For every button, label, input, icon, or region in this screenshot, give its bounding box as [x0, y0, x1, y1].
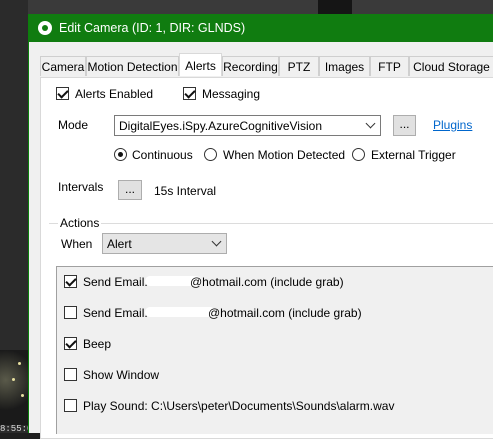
- actions-group-title: Actions: [58, 216, 102, 230]
- motion-detected-label[interactable]: When Motion Detected: [223, 148, 345, 162]
- continuous-label[interactable]: Continuous: [132, 148, 193, 162]
- external-trigger-label[interactable]: External Trigger: [371, 148, 456, 162]
- chevron-down-icon: [211, 236, 222, 247]
- alerts-enabled-label[interactable]: Alerts Enabled: [75, 87, 153, 101]
- title-bar[interactable]: Edit Camera (ID: 1, DIR: GLNDS): [29, 14, 493, 42]
- tab-cloud-storage[interactable]: Cloud Storage: [409, 56, 493, 76]
- external-trigger-radio[interactable]: [352, 148, 365, 161]
- background-camera-thumbnail: [0, 350, 28, 425]
- motion-detected-radio[interactable]: [204, 148, 217, 161]
- continuous-radio[interactable]: [114, 148, 127, 161]
- camera-light: [18, 362, 21, 365]
- actions-list: Send Email: @hotmail.com (include grab) …: [56, 266, 493, 434]
- when-select[interactable]: Alert: [102, 233, 227, 254]
- chevron-down-icon: [365, 118, 376, 129]
- app-eye-icon: [38, 21, 52, 35]
- interval-value: 15s Interval: [154, 184, 217, 198]
- tab-ftp[interactable]: FTP: [370, 56, 409, 76]
- action-checkbox-play-sound[interactable]: [64, 399, 77, 412]
- action-checkbox-send-email-1[interactable]: [64, 275, 77, 288]
- action-send-email-2-label[interactable]: Send Email:: [83, 306, 148, 320]
- action-beep-label[interactable]: Beep: [83, 337, 111, 351]
- mode-select[interactable]: DigitalEyes.iSpy.AzureCognitiveVision: [114, 115, 381, 136]
- when-value: Alert: [107, 237, 132, 251]
- action-checkbox-show-window[interactable]: [64, 368, 77, 381]
- messaging-label[interactable]: Messaging: [202, 87, 260, 101]
- tab-motion-detection[interactable]: Motion Detection: [86, 56, 179, 76]
- tab-alerts[interactable]: Alerts: [179, 53, 222, 76]
- action-send-email-1-label[interactable]: Send Email:: [83, 275, 148, 289]
- redaction-mark: [145, 307, 215, 317]
- messaging-checkbox[interactable]: [183, 87, 196, 100]
- action-send-email-2-address[interactable]: @hotmail.com (include grab): [208, 306, 362, 320]
- action-checkbox-beep[interactable]: [64, 337, 77, 350]
- camera-light: [21, 394, 24, 397]
- tab-ptz[interactable]: PTZ: [279, 56, 319, 76]
- when-label: When: [61, 237, 93, 251]
- tab-recording[interactable]: Recording: [222, 56, 279, 76]
- actions-group-border: [49, 223, 493, 224]
- action-play-sound-label[interactable]: Play Sound: C:\Users\peter\Documents\Sou…: [83, 399, 394, 413]
- action-send-email-1-address[interactable]: @hotmail.com (include grab): [190, 275, 344, 289]
- tab-camera[interactable]: Camera: [40, 56, 86, 76]
- camera-light: [12, 378, 15, 381]
- mode-label: Mode: [58, 118, 89, 132]
- background-toolbar: [28, 0, 493, 14]
- mode-browse-button[interactable]: ...: [393, 115, 416, 136]
- plugins-link[interactable]: Plugins: [433, 118, 472, 132]
- window-title: Edit Camera (ID: 1, DIR: GLNDS): [59, 21, 246, 35]
- mode-value: DigitalEyes.iSpy.AzureCognitiveVision: [119, 119, 322, 133]
- action-show-window-label[interactable]: Show Window: [83, 368, 159, 382]
- alerts-enabled-checkbox[interactable]: [56, 87, 69, 100]
- edit-camera-dialog: Edit Camera (ID: 1, DIR: GLNDS) Camera M…: [28, 14, 493, 439]
- intervals-label: Intervals: [58, 180, 104, 194]
- intervals-button[interactable]: ...: [118, 180, 142, 200]
- background-block: [318, 0, 352, 14]
- action-checkbox-send-email-2[interactable]: [64, 306, 77, 319]
- tab-images[interactable]: Images: [319, 56, 370, 76]
